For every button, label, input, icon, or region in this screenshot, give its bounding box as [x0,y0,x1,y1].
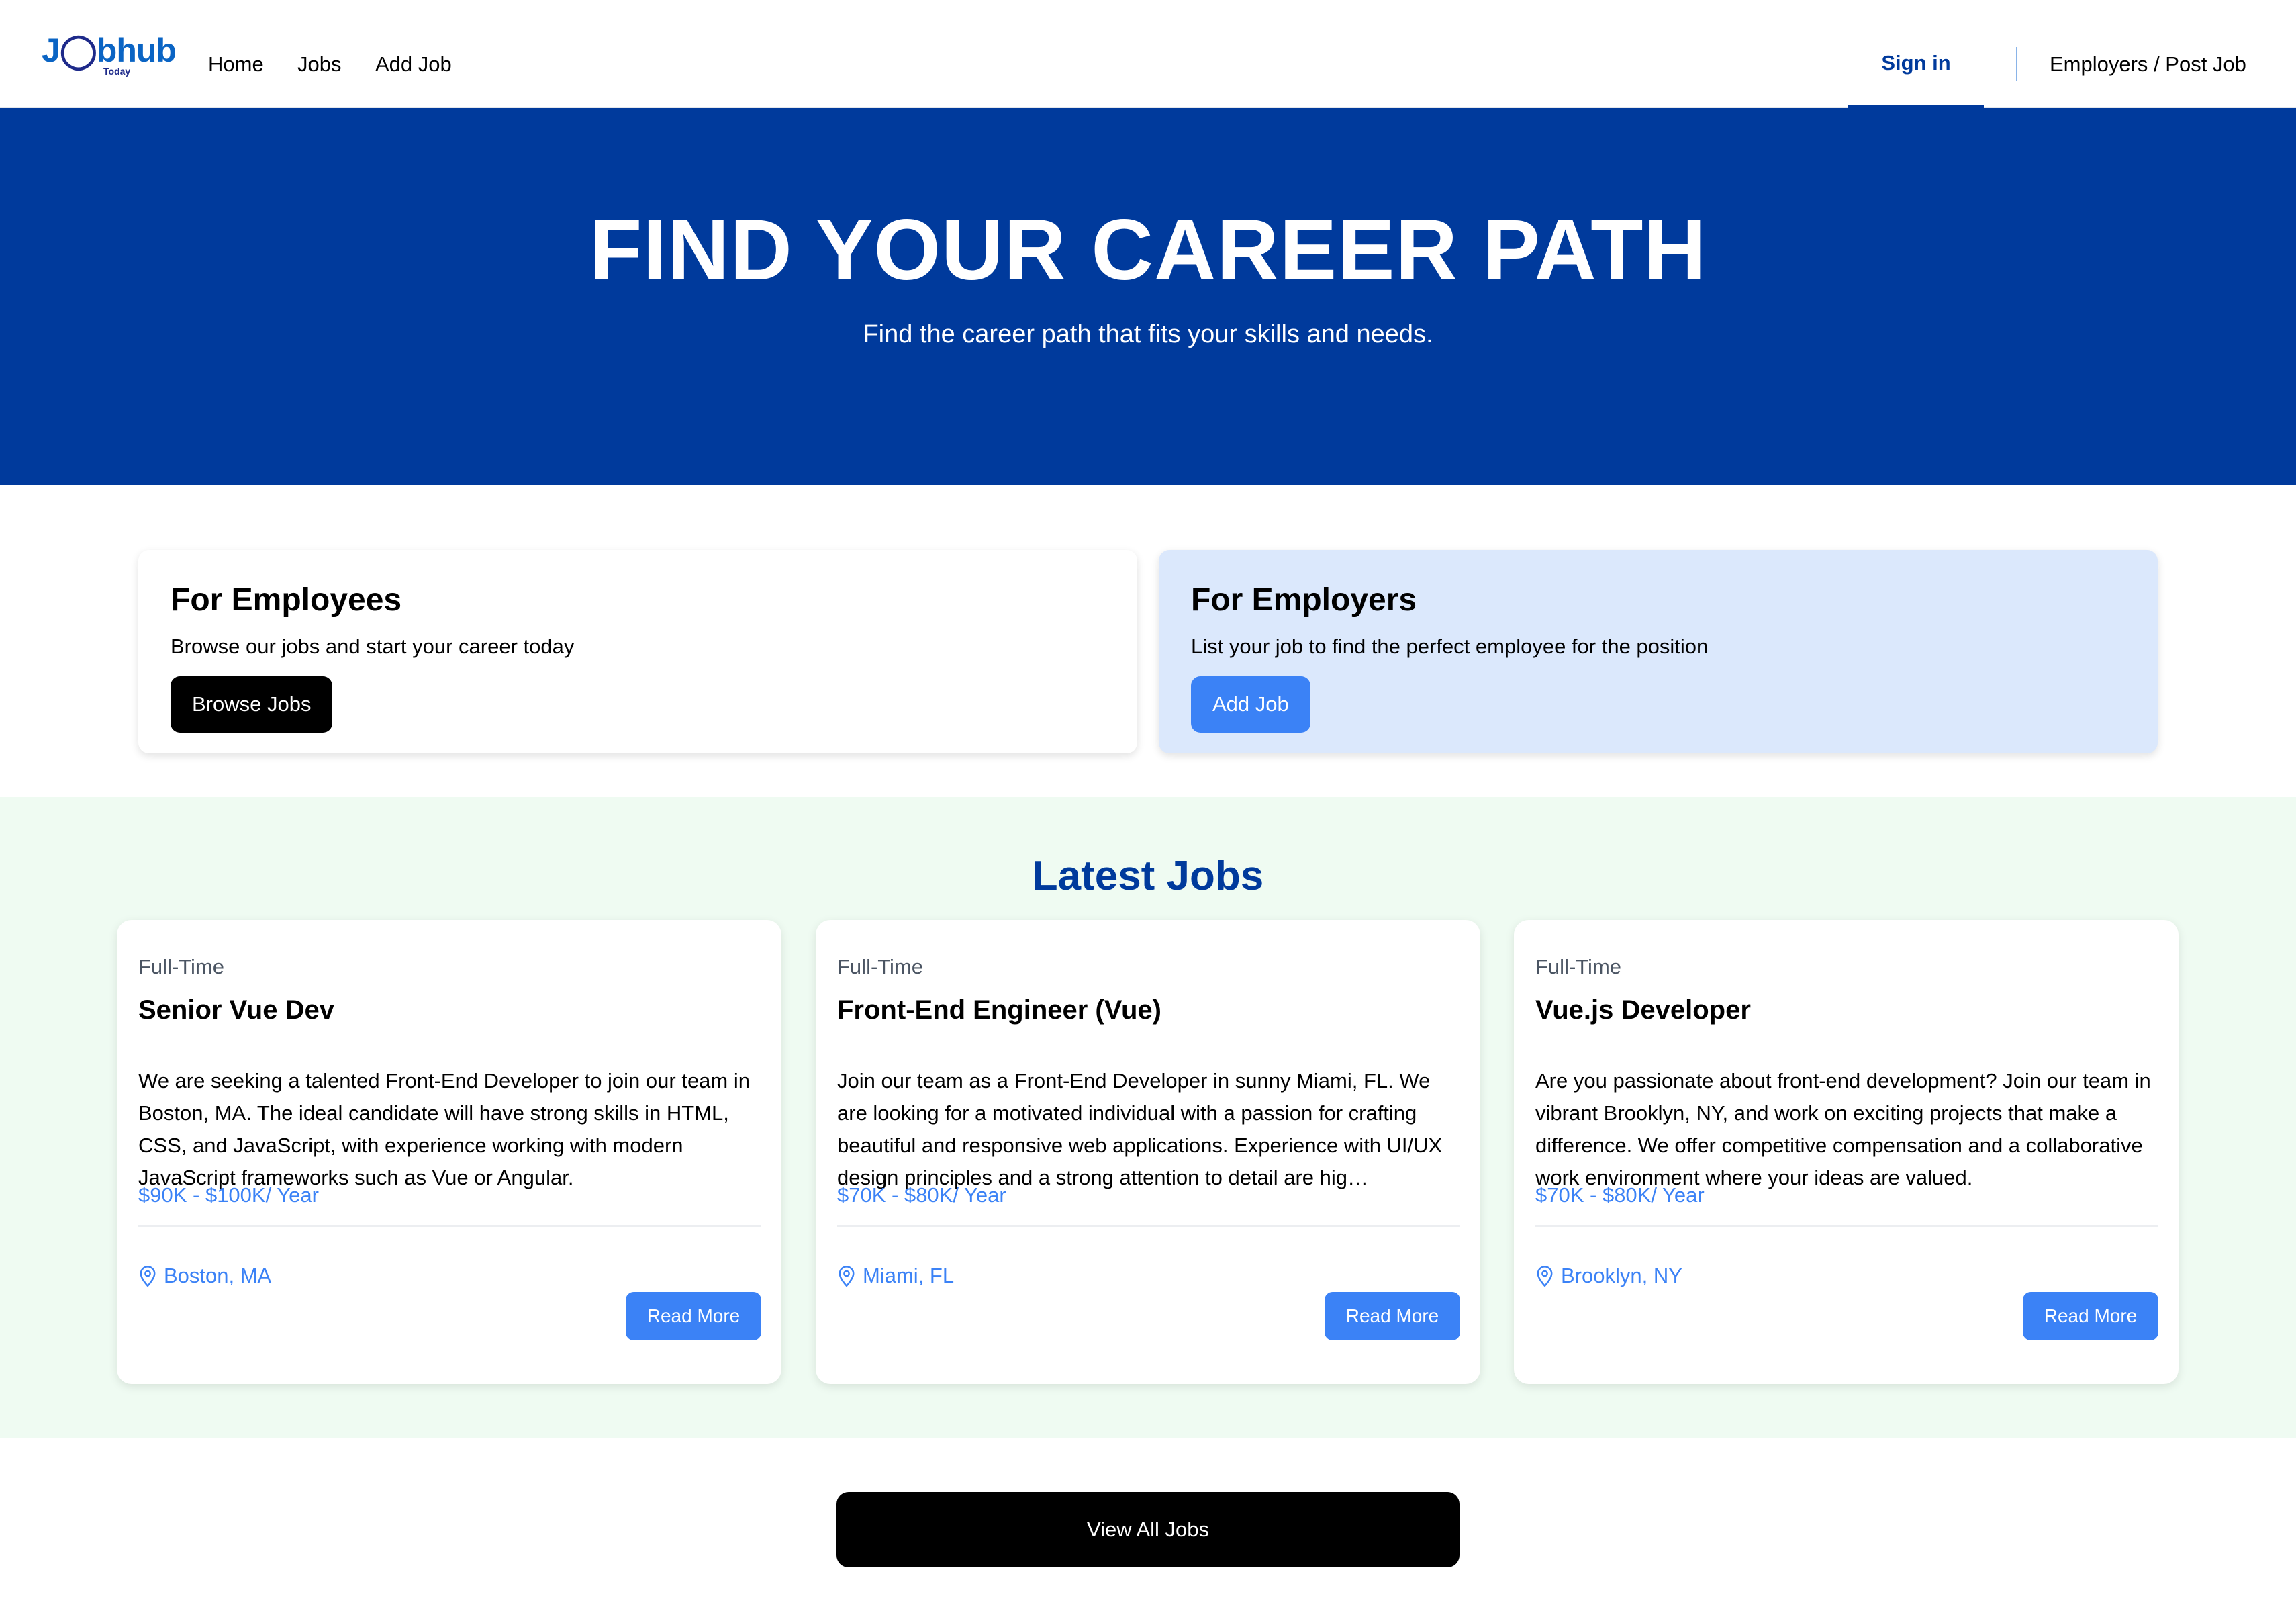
job-card: Full-Time Vue.js Developer Are you passi… [1514,920,2179,1384]
for-employers-title: For Employers [1191,582,1417,618]
for-employees-title: For Employees [171,582,402,618]
employers-post-job-link[interactable]: Employers / Post Job [2050,52,2246,77]
for-employees-card: For Employees Browse our jobs and start … [138,550,1137,753]
hero-banner: FIND YOUR CAREER PATH Find the career pa… [0,108,2296,485]
sign-in-label: Sign in [1881,51,1951,75]
for-employers-card: For Employers List your job to find the … [1159,550,2158,753]
top-nav: J◯bhub Today Home Jobs Add Job Sign in E… [0,0,2296,108]
nav-divider [2016,47,2017,81]
logo-text: bhub [96,32,177,69]
job-description: We are seeking a talented Front-End Deve… [138,1069,750,1189]
add-job-button[interactable]: Add Job [1191,676,1310,733]
for-employees-text: Browse our jobs and start your career to… [171,635,575,658]
job-title: Vue.js Developer [1535,995,1751,1025]
latest-jobs-section: Latest Jobs Full-Time Senior Vue Dev We … [0,797,2296,1438]
job-card: Full-Time Senior Vue Dev We are seeking … [117,920,781,1384]
job-salary: $70K - $80K/ Year [1535,1183,1705,1207]
read-more-button[interactable]: Read More [2023,1292,2158,1340]
nav-home-link[interactable]: Home [208,52,264,77]
latest-jobs-title: Latest Jobs [1032,853,1264,899]
job-description: Join our team as a Front-End Developer i… [837,1069,1443,1189]
sign-in-tab[interactable]: Sign in [1848,0,1984,108]
nav-add-job-link[interactable]: Add Job [375,52,452,77]
logo-wordmark: J◯bhub [42,32,177,69]
logo-subtext: Today [103,66,131,77]
job-description: Are you passionate about front-end devel… [1535,1069,2151,1189]
job-location: Brooklyn, NY [1535,1264,1682,1288]
hero-subtitle: Find the career path that fits your skil… [863,320,1433,349]
read-more-button[interactable]: Read More [626,1292,761,1340]
job-card: Full-Time Front-End Engineer (Vue) Join … [816,920,1480,1384]
view-all-jobs-button[interactable]: View All Jobs [836,1492,1460,1567]
job-title: Front-End Engineer (Vue) [837,995,1161,1025]
jobhub-logo[interactable]: J◯bhub Today [42,34,177,87]
job-divider [1535,1225,2158,1227]
logo-letter-j: J [42,32,60,69]
map-pin-icon [1537,1266,1553,1287]
job-location-text: Brooklyn, NY [1561,1264,1682,1287]
job-location: Boston, MA [138,1264,271,1288]
browse-jobs-button[interactable]: Browse Jobs [171,676,333,733]
job-type: Full-Time [1535,955,1622,978]
job-divider [138,1225,761,1227]
job-salary: $90K - $100K/ Year [138,1183,319,1207]
job-location-text: Miami, FL [863,1264,955,1287]
job-location-text: Boston, MA [164,1264,272,1287]
magnifier-icon: ◯ [59,32,97,69]
map-pin-icon [839,1266,855,1287]
job-type: Full-Time [138,955,225,978]
job-location: Miami, FL [837,1264,954,1288]
nav-jobs-link[interactable]: Jobs [297,52,341,77]
read-more-button[interactable]: Read More [1325,1292,1460,1340]
job-salary: $70K - $80K/ Year [837,1183,1006,1207]
map-pin-icon [140,1266,156,1287]
job-title: Senior Vue Dev [138,995,334,1025]
for-employers-text: List your job to find the perfect employ… [1191,635,1709,658]
hero-title: FIND YOUR CAREER PATH [589,202,1707,298]
job-type: Full-Time [837,955,924,978]
job-divider [837,1225,1460,1227]
